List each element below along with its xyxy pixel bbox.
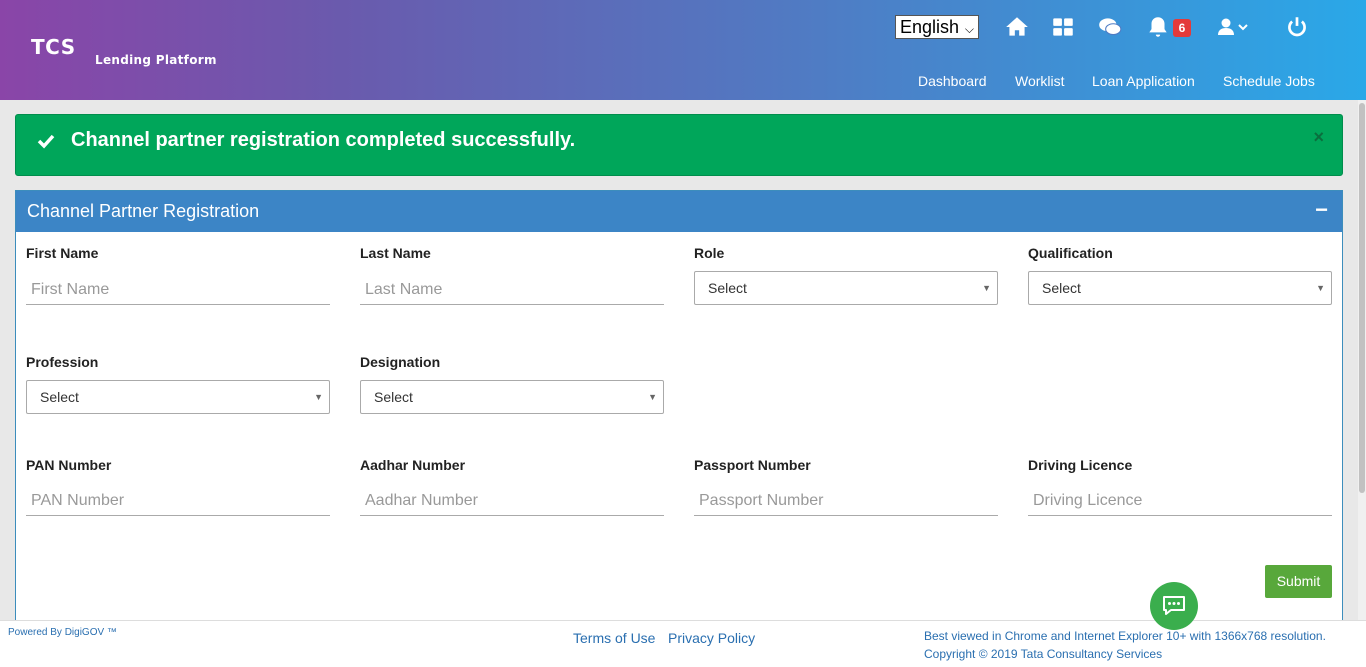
nav-dashboard[interactable]: Dashboard [918,73,987,89]
designation-select[interactable]: Select ▼ [360,380,664,414]
top-header: TCS Lending Platform English ⌵ 6 Dashboa… [0,0,1366,100]
panel-title: Channel Partner Registration [27,201,260,221]
powered-by: Powered By DigiGOV ™ [8,627,117,638]
pan-label: PAN Number [26,457,112,473]
check-icon [37,134,55,149]
language-value: English [900,17,960,37]
collapse-icon[interactable]: − [1315,197,1328,223]
terms-link[interactable]: Terms of Use [573,630,655,646]
nav-schedule-jobs[interactable]: Schedule Jobs [1223,73,1315,89]
designation-select-value: Select [374,389,413,405]
qualification-select[interactable]: Select ▼ [1028,271,1332,305]
role-select[interactable]: Select ▼ [694,271,998,305]
dropdown-arrow-icon: ▼ [648,392,657,402]
qualification-select-value: Select [1042,280,1081,296]
copyright: Copyright © 2019 Tata Consultancy Servic… [924,647,1163,661]
passport-label: Passport Number [694,457,811,473]
privacy-link[interactable]: Privacy Policy [668,630,755,646]
close-icon[interactable]: × [1313,127,1324,148]
profession-label: Profession [26,354,99,370]
chat-icon [1163,596,1185,615]
pan-input[interactable]: PAN Number [26,486,330,516]
licence-label: Driving Licence [1028,457,1133,473]
passport-input[interactable]: Passport Number [694,486,998,516]
licence-input[interactable]: Driving Licence [1028,486,1332,516]
aadhar-input[interactable]: Aadhar Number [360,486,664,516]
chat-bubbles-icon[interactable] [1097,14,1123,40]
dropdown-arrow-icon: ▼ [1316,283,1325,293]
logo-subtitle: Lending Platform [95,53,217,67]
grid-icon[interactable] [1050,14,1076,40]
dropdown-arrow-icon: ▼ [314,392,323,402]
last-name-input[interactable]: Last Name [360,275,664,305]
first-name-input[interactable]: First Name [26,275,330,305]
power-icon[interactable] [1284,14,1310,40]
panel-header: Channel Partner Registration − [16,191,1342,232]
profession-select[interactable]: Select ▼ [26,380,330,414]
last-name-label: Last Name [360,245,431,261]
language-select[interactable]: English ⌵ [895,15,979,39]
chevron-down-icon: ⌵ [964,22,974,36]
footer: Powered By DigiGOV ™ Terms of Use Privac… [0,620,1366,667]
best-viewed-note: Best viewed in Chrome and Internet Explo… [924,629,1326,643]
designation-label: Designation [360,354,441,370]
role-label: Role [694,245,725,261]
logo-title: TCS [31,35,76,59]
alert-message: Channel partner registration completed s… [71,129,576,151]
success-alert: Channel partner registration completed s… [15,114,1343,176]
submit-button[interactable]: Submit [1265,565,1332,598]
chatbot-button[interactable] [1150,582,1198,630]
qualification-label: Qualification [1028,245,1113,261]
home-icon[interactable] [1004,14,1030,40]
aadhar-label: Aadhar Number [360,457,466,473]
scrollbar-thumb[interactable] [1359,103,1365,493]
first-name-label: First Name [26,245,99,261]
notification-badge: 6 [1173,19,1191,37]
nav-worklist[interactable]: Worklist [1015,73,1065,89]
user-menu-icon[interactable] [1215,14,1255,40]
nav-loan-application[interactable]: Loan Application [1092,73,1195,89]
bell-icon[interactable] [1145,14,1171,40]
profession-select-value: Select [40,389,79,405]
role-select-value: Select [708,280,747,296]
dropdown-arrow-icon: ▼ [982,283,991,293]
